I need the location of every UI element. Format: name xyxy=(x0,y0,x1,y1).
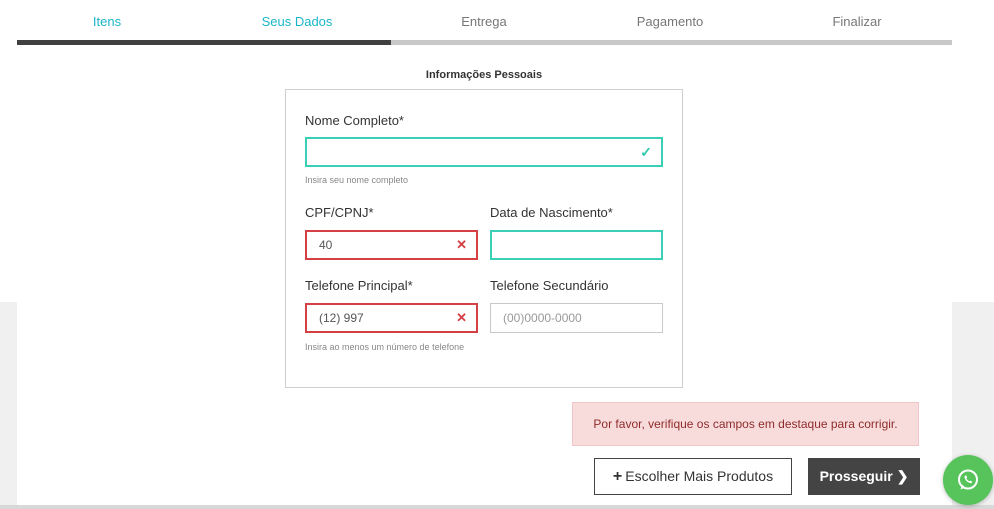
cpf-value: 40 xyxy=(319,238,333,252)
whatsapp-icon xyxy=(958,469,978,490)
checkout-progress-fill xyxy=(17,40,391,45)
phone-main-input[interactable]: (12) 997 ✕ xyxy=(305,303,478,333)
cpf-input[interactable]: 40 ✕ xyxy=(305,230,478,260)
phone-hint: Insira ao menos um número de telefone xyxy=(305,342,465,352)
whatsapp-button[interactable] xyxy=(943,455,993,505)
full-name-input[interactable]: ✓ xyxy=(305,137,663,167)
chevron-right-icon: ❯ xyxy=(896,468,909,484)
proceed-label: Prosseguir xyxy=(819,468,893,484)
birth-date-label: Data de Nascimento* xyxy=(490,205,613,220)
step-finalizar: Finalizar xyxy=(832,14,882,29)
cross-icon: ✕ xyxy=(456,237,467,252)
proceed-button[interactable]: Prosseguir ❯ xyxy=(808,458,920,495)
step-entrega: Entrega xyxy=(461,14,507,29)
choose-more-products-button[interactable]: + Escolher Mais Produtos xyxy=(594,458,792,495)
personal-info-form: Nome Completo* ✓ Insira seu nome complet… xyxy=(285,89,683,388)
birth-date-input[interactable] xyxy=(490,230,663,260)
phone-secondary-label: Telefone Secundário xyxy=(490,278,609,293)
checkout-steps: Itens Seus Dados Entrega Pagamento Final… xyxy=(0,14,994,34)
phone-main-label: Telefone Principal* xyxy=(305,278,413,293)
phone-secondary-input[interactable]: (00)0000-0000 xyxy=(490,303,663,333)
step-seus-dados[interactable]: Seus Dados xyxy=(237,14,357,29)
section-title: Informações Pessoais xyxy=(425,69,543,81)
choose-more-products-label: Escolher Mais Produtos xyxy=(625,468,774,484)
full-name-hint: Insira seu nome completo xyxy=(305,175,409,185)
bottom-divider xyxy=(0,505,994,509)
check-icon: ✓ xyxy=(640,144,652,160)
full-name-label: Nome Completo* xyxy=(305,113,404,128)
cpf-label: CPF/CPNJ* xyxy=(305,205,374,220)
step-pagamento: Pagamento xyxy=(636,14,704,29)
phone-main-value: (12) 997 xyxy=(319,311,364,325)
phone-secondary-placeholder: (00)0000-0000 xyxy=(503,311,582,325)
checkout-progress-bar xyxy=(17,40,952,45)
step-itens[interactable]: Itens xyxy=(47,14,167,29)
validation-alert: Por favor, verifique os campos em destaq… xyxy=(572,402,919,446)
cross-icon: ✕ xyxy=(456,310,467,325)
plus-icon: + xyxy=(612,468,623,485)
